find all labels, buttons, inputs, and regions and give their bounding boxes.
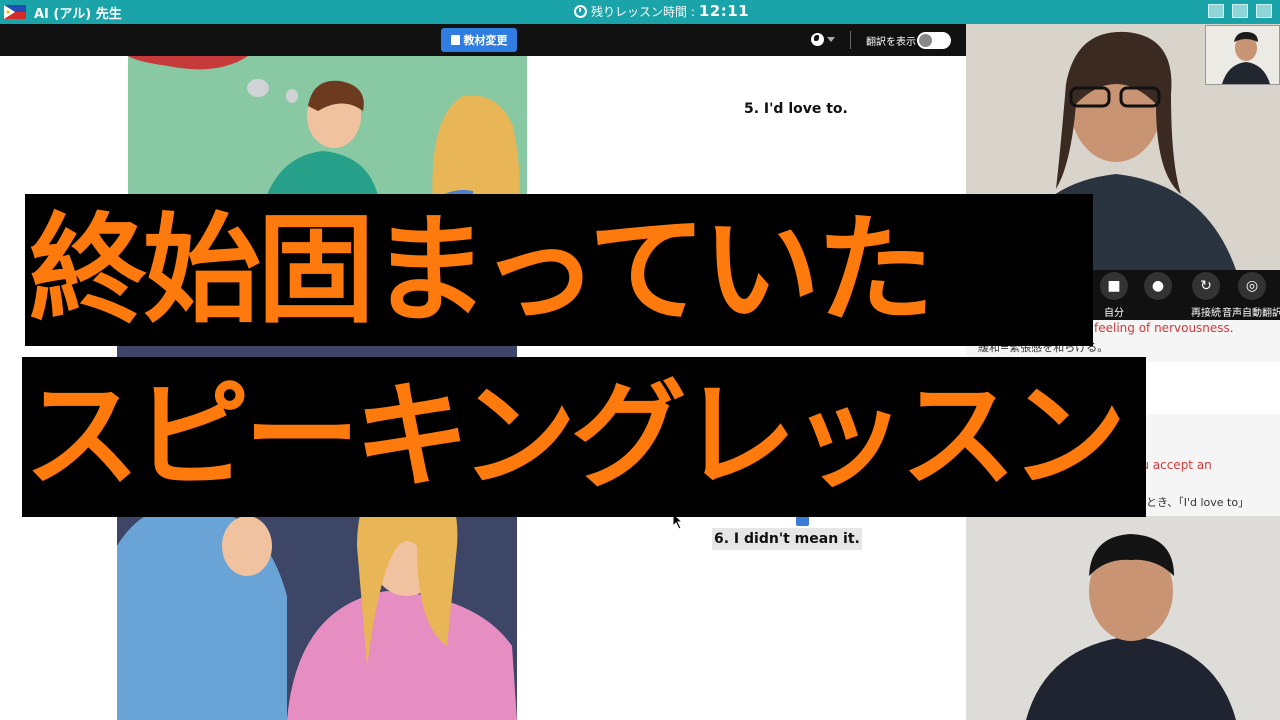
self-video-feed <box>1206 26 1279 84</box>
illustration-friends-talking <box>128 56 527 216</box>
show-translation-toggle[interactable] <box>917 32 951 49</box>
material-toolbar: 教材変更 翻訳を表示 <box>0 24 966 56</box>
phrase-5: 5. I'd love to. <box>744 101 848 117</box>
language-dropdown[interactable] <box>811 33 835 46</box>
toolbar-divider <box>850 31 851 49</box>
globe-icon: ◎ <box>1238 272 1266 300</box>
phrase-6[interactable]: 6. I didn't mean it. <box>712 528 862 550</box>
chevron-down-icon <box>827 37 835 42</box>
globe-icon <box>811 33 824 46</box>
auto-translate-button[interactable]: ◎ 音声自動翻訳 <box>1222 270 1280 320</box>
video-camera-icon: ■ <box>1100 272 1128 300</box>
lesson-screen: AI (アル) 先生 残りレッスン時間 : 12:11 教材変更 翻訳を表示 5… <box>0 0 1280 720</box>
caption-line-1: 終始固まっていた <box>25 194 1093 346</box>
video-controls: ■ 自分 ● ↻ 再接続 ◎ 音声自動翻訳 <box>1090 270 1280 320</box>
book-icon <box>450 35 460 45</box>
teacher-name: AI (アル) 先生 <box>34 7 122 22</box>
clock-icon <box>574 4 587 18</box>
microphone-icon: ● <box>1144 272 1172 300</box>
philippines-flag-icon <box>4 5 26 19</box>
vocab-1-english: feeling of nervousness. <box>1094 321 1234 335</box>
show-translation-label: 翻訳を表示 <box>866 37 916 48</box>
vocab-2-japanese: とき、「I'd love to」 <box>1146 496 1250 509</box>
timer-value: 12:11 <box>698 2 750 20</box>
lesson-timer: 残りレッスン時間 : 12:11 <box>574 2 749 20</box>
self-label: 自分 <box>1104 308 1124 319</box>
student-video <box>966 516 1280 720</box>
timer-label: 残りレッスン時間 : <box>591 4 695 19</box>
change-material-button[interactable]: 教材変更 <box>441 28 517 52</box>
self-video-thumbnail[interactable] <box>1205 25 1280 85</box>
refresh-icon: ↻ <box>1192 272 1220 300</box>
auto-translate-label: 音声自動翻訳 <box>1222 308 1280 319</box>
layout-buttons <box>1208 4 1272 18</box>
layout-split-icon[interactable] <box>1232 4 1248 18</box>
layout-grid-icon[interactable] <box>1256 4 1272 18</box>
camera-control[interactable]: ■ 自分 <box>1090 270 1138 320</box>
top-status-bar: AI (アル) 先生 残りレッスン時間 : 12:11 <box>0 0 1280 24</box>
caption-line-2: スピーキングレッスン <box>22 357 1146 517</box>
layout-single-icon[interactable] <box>1208 4 1224 18</box>
change-material-label: 教材変更 <box>463 34 508 47</box>
student-video-feed <box>966 516 1280 720</box>
reconnect-label: 再接続 <box>1191 308 1221 319</box>
microphone-control[interactable]: ● <box>1134 270 1182 320</box>
